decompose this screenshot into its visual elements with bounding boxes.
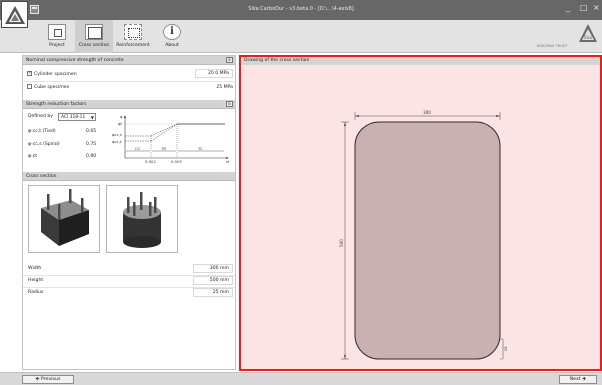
app-logo-icon xyxy=(5,6,25,24)
height-label: Height xyxy=(28,278,44,283)
next-button[interactable]: Next 🡺 xyxy=(559,375,597,384)
factor-label: φ-ct xyxy=(28,154,38,159)
factor-label: φ-cc,t (Tied) xyxy=(28,129,56,134)
cross-section-header: Cross section xyxy=(23,172,235,181)
cross-section-icon xyxy=(85,24,103,40)
tab-reinforcement-label: Reinforcement xyxy=(116,43,150,48)
cylinder-strength-unit: MPa xyxy=(219,71,229,76)
radius-value: 25 xyxy=(212,290,219,295)
reinforcement-icon xyxy=(124,24,142,40)
cube-strength-readout: 25 MPa xyxy=(193,85,233,90)
strength-reduction-title: Strength reduction factors xyxy=(26,102,87,107)
project-icon xyxy=(48,24,66,40)
drawing-panel-title: Drawing of the cross section xyxy=(241,57,600,65)
design-code-select[interactable]: ACI 318-11 ▼ xyxy=(58,113,96,121)
width-label: Width xyxy=(28,266,42,271)
concrete-strength-title: Nominal compressive strength of concrete xyxy=(26,58,124,63)
zone-label-tr: TR xyxy=(160,146,166,151)
tab-project-label: Project xyxy=(49,43,65,48)
brand-logo-icon: Sika xyxy=(579,24,597,42)
app-menu-button[interactable] xyxy=(1,1,28,28)
svg-text:Sika: Sika xyxy=(584,35,593,40)
factor-value: 0.75 xyxy=(86,142,97,147)
arrow-left-icon: 🡸 xyxy=(35,376,40,382)
radius-label: Radius xyxy=(28,290,44,295)
cube-strength-unit: MPa xyxy=(223,85,233,90)
circular-column-thumbnail[interactable] xyxy=(106,185,178,253)
cross-section-title: Cross section xyxy=(26,174,57,179)
cube-strength-value: 25 xyxy=(216,85,223,90)
y-label-phi-t: φt xyxy=(118,121,123,126)
collapse-button[interactable]: ⊞ xyxy=(226,101,233,107)
cylinder-specimen-option[interactable]: Cylinder specimen xyxy=(27,70,77,77)
cylinder-strength-value: 20.0 xyxy=(207,71,219,76)
cube-specimen-option[interactable]: Cube specimen xyxy=(27,84,69,90)
zone-label-cc: CC xyxy=(135,146,141,151)
height-value: 500 xyxy=(209,278,219,283)
radius-dimension-label: 25 xyxy=(504,346,508,351)
concrete-strength-header: Nominal compressive strength of concrete… xyxy=(23,56,235,65)
maximize-button[interactable]: □ xyxy=(580,4,588,12)
factor-value: 0.90 xyxy=(86,154,97,159)
previous-label: Previous xyxy=(41,377,61,382)
width-dimension-label: 300 xyxy=(423,110,431,115)
phi-strain-diagram: φ φt φcc,s φcc,t CC TR TC 0.002 0.005 εt xyxy=(112,114,230,164)
minimize-button[interactable]: _ xyxy=(566,4,570,12)
brand-tagline: BUILDING TRUST xyxy=(537,44,568,48)
tab-reinforcement[interactable]: Reinforcement xyxy=(114,20,152,53)
defined-by-label: Defined by xyxy=(28,114,54,119)
cylinder-specimen-checkbox[interactable] xyxy=(27,70,32,76)
height-unit: mm xyxy=(220,278,229,283)
previous-button[interactable]: 🡸 Previous xyxy=(22,375,74,384)
circular-column-image xyxy=(123,192,161,248)
rectangular-column-image xyxy=(41,189,89,246)
width-input[interactable]: 300 mm xyxy=(193,264,233,273)
tab-cross-section[interactable]: Cross section xyxy=(75,20,113,53)
navigation-bar: 🡸 Previous Next 🡺 xyxy=(0,372,602,385)
tab-about-label: About xyxy=(165,43,179,48)
cube-specimen-checkbox[interactable] xyxy=(27,84,32,89)
width-value: 300 xyxy=(209,266,219,271)
cube-specimen-label: Cube specimen xyxy=(34,85,70,90)
zone-label-tc: TC xyxy=(197,146,203,151)
width-unit: mm xyxy=(220,266,229,271)
y-label-phi: φ xyxy=(120,114,123,119)
collapse-button[interactable]: ⊞ xyxy=(226,57,233,63)
chevron-down-icon: ▼ xyxy=(90,115,94,120)
y-label-phi-ccs: φcc,s xyxy=(112,132,122,137)
tab-project[interactable]: Project xyxy=(38,20,76,53)
x-tick-0005: 0.005 xyxy=(171,159,182,164)
strength-reduction-header: Strength reduction factors ⊞ xyxy=(23,100,235,109)
cylinder-strength-input[interactable]: 20.0 MPa xyxy=(195,69,233,78)
cross-section-shape xyxy=(354,121,501,360)
ribbon: Project Cross section Reinforcement Abou… xyxy=(0,20,602,53)
properties-panel: Nominal compressive strength of concrete… xyxy=(22,55,236,370)
arrow-right-icon: 🡺 xyxy=(582,376,587,382)
next-label: Next xyxy=(569,377,581,382)
close-button[interactable]: × xyxy=(593,4,600,12)
cross-section-canvas: 300 500 25 xyxy=(339,110,508,360)
divider xyxy=(23,81,235,82)
radius-unit: mm xyxy=(220,290,229,295)
radius-input[interactable]: 25 mm xyxy=(193,288,233,297)
height-input[interactable]: 500 mm xyxy=(193,276,233,285)
cross-section-drawing-panel: Drawing of the cross section 300 500 25 xyxy=(239,55,602,371)
tab-about[interactable]: About xyxy=(153,20,191,53)
info-icon xyxy=(163,24,181,40)
x-axis-label: εt xyxy=(226,159,230,164)
factor-value: 0.65 xyxy=(86,129,97,134)
design-code-value: ACI 318-11 xyxy=(61,115,86,120)
rectangular-column-thumbnail[interactable] xyxy=(28,185,100,253)
cylinder-specimen-label: Cylinder specimen xyxy=(34,72,77,77)
y-label-phi-cct: φcc,t xyxy=(112,139,122,144)
title-bar: Sika CarboDur - v3.beta.0 - [D:\...\4-ax… xyxy=(0,0,602,20)
x-tick-0002: 0.002 xyxy=(145,159,156,164)
height-dimension-label: 500 xyxy=(339,239,344,247)
tab-cross-section-label: Cross section xyxy=(78,43,110,48)
window-title: Sika CarboDur - v3.beta.0 - [D:\...\4-ax… xyxy=(248,6,354,12)
factor-label: φ-cc,s (Spiral) xyxy=(28,142,60,147)
